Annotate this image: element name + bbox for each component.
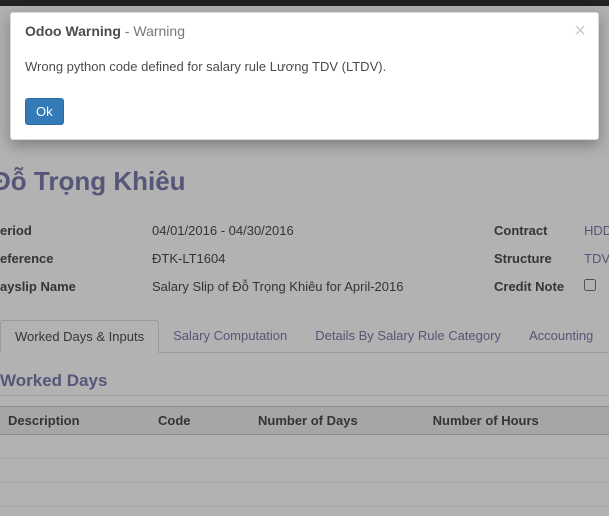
ok-button[interactable]: Ok (25, 98, 64, 125)
modal-title-main: Odoo Warning (25, 23, 121, 39)
modal-header: Odoo Warning - Warning × (11, 13, 598, 49)
modal-footer: Ok (11, 92, 598, 139)
modal-message: Wrong python code defined for salary rul… (11, 49, 598, 92)
modal-title-sep: - (121, 23, 133, 39)
modal-title-sub: Warning (133, 23, 185, 39)
warning-modal: Odoo Warning - Warning × Wrong python co… (10, 12, 599, 140)
close-icon[interactable]: × (574, 21, 586, 41)
modal-title: Odoo Warning - Warning (25, 23, 584, 39)
